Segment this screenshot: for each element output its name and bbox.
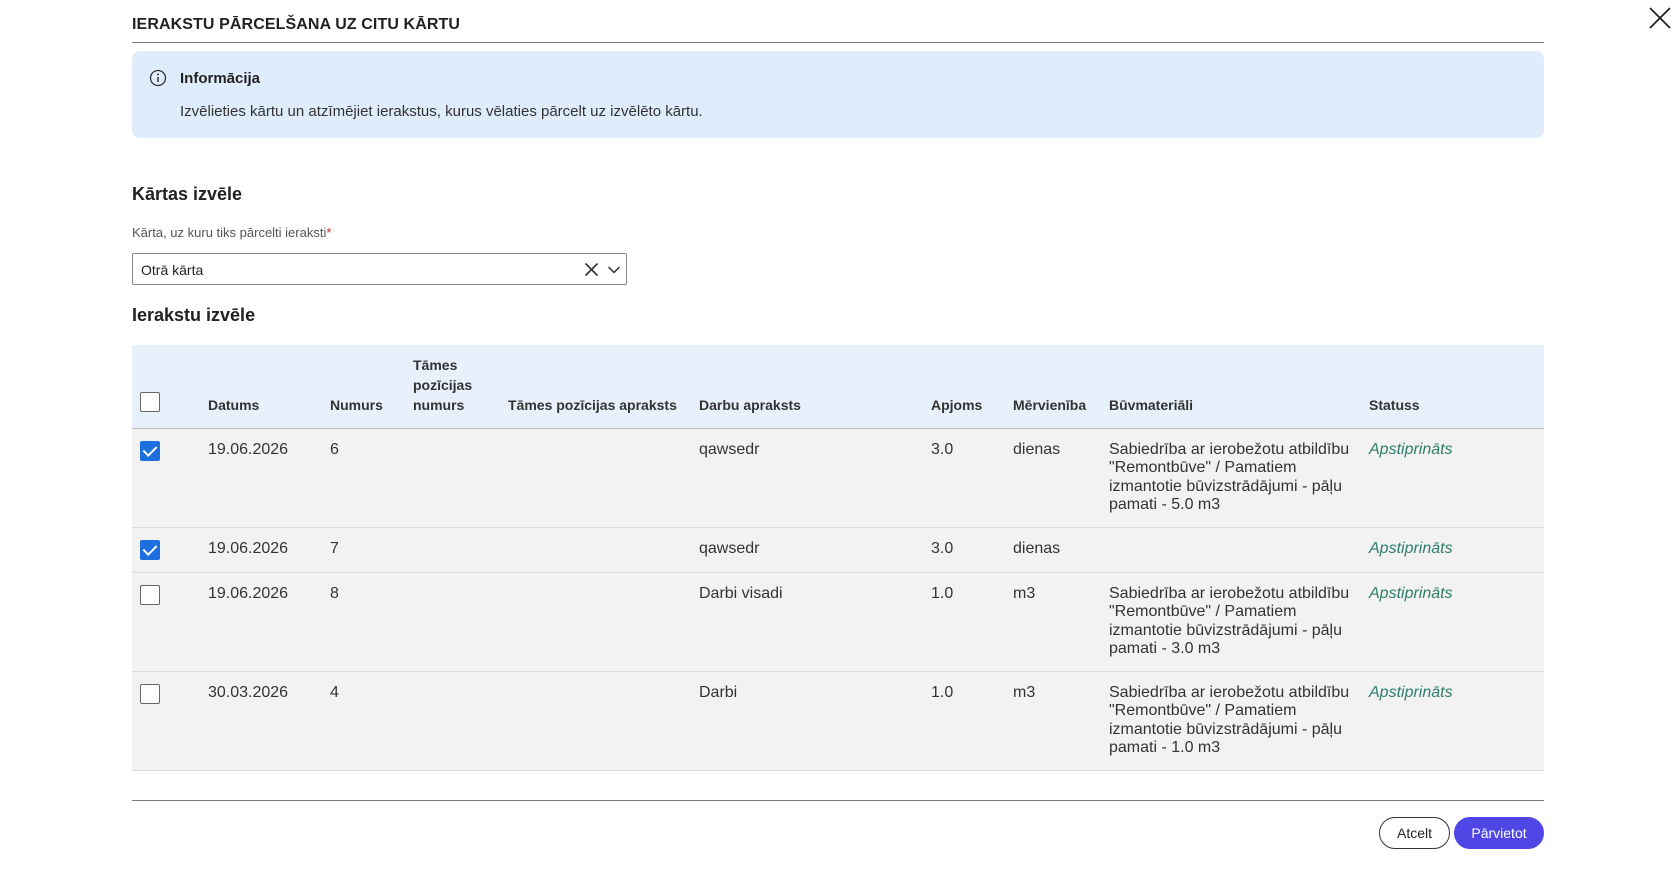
cell-unit: m3 [1013, 584, 1036, 602]
cell-position-description [500, 428, 691, 527]
cell-materials [1101, 527, 1361, 572]
info-icon [149, 69, 167, 87]
cell-date: 19.06.2026 [208, 584, 289, 602]
column-header-position-description[interactable]: Tāmes pozīcijas apraksts [500, 345, 691, 428]
cell-materials: Sabiedrība ar ierobežotu atbildību "Remo… [1109, 440, 1350, 514]
cell-status: Apstiprināts [1369, 539, 1453, 557]
info-text: Izvēlieties kārtu un atzīmējiet ierakstu… [180, 103, 703, 120]
footer-divider [132, 800, 1544, 801]
cell-number: 8 [330, 584, 339, 602]
cell-status: Apstiprināts [1369, 683, 1453, 701]
row-checkbox[interactable] [140, 539, 160, 560]
cell-position-number [405, 671, 500, 770]
cell-number: 4 [330, 683, 339, 701]
cell-position-number [405, 572, 500, 671]
close-dialog-button[interactable] [1648, 6, 1672, 30]
cell-volume: 3.0 [931, 539, 954, 557]
column-header-materials[interactable]: Būvmateriāli [1101, 345, 1361, 428]
transfer-dialog: IERAKSTU PĀRCELŠANA UZ CITU KĀRTU Inform… [132, 0, 1544, 849]
column-header-position-number[interactable]: Tāmes pozīcijas numurs [405, 345, 500, 428]
cell-unit: dienas [1013, 440, 1061, 458]
info-box: Informācija Izvēlieties kārtu un atzīmēj… [132, 51, 1544, 138]
cell-volume: 3.0 [931, 440, 954, 458]
row-checkbox[interactable] [140, 584, 160, 605]
column-header-volume[interactable]: Apjoms [923, 345, 1005, 428]
cell-work-description: Darbi [699, 683, 738, 701]
cell-date: 19.06.2026 [208, 440, 289, 458]
cell-position-number [405, 527, 500, 572]
row-checkbox[interactable] [140, 683, 160, 704]
column-header-unit[interactable]: Mērvienība [1005, 345, 1101, 428]
cell-materials: Sabiedrība ar ierobežotu atbildību "Remo… [1109, 584, 1350, 658]
layer-field-label: Kārta, uz kuru tiks pārcelti ieraksti* [132, 225, 331, 240]
cell-volume: 1.0 [931, 683, 954, 701]
table-row[interactable]: 19.06.2026 7 qawsedr 3.0 dienas Apstipri… [132, 527, 1544, 572]
table-row[interactable]: 30.03.2026 4 Darbi 1.0 m3 Sabiedrība ar … [132, 671, 1544, 770]
move-button[interactable]: Pārvietot [1454, 817, 1544, 849]
column-header-status[interactable]: Statuss [1361, 345, 1544, 428]
layer-section-title: Kārtas izvēle [132, 184, 243, 204]
cell-materials: Sabiedrība ar ierobežotu atbildību "Remo… [1109, 683, 1350, 757]
cell-work-description: qawsedr [699, 539, 760, 557]
table-row[interactable]: 19.06.2026 8 Darbi visadi 1.0 m3 Sabiedr… [132, 572, 1544, 671]
table-header-row: Datums Numurs Tāmes pozīcijas numurs Tām… [132, 345, 1544, 428]
cell-position-description [500, 527, 691, 572]
close-icon [1649, 7, 1671, 29]
chevron-down-icon[interactable] [607, 264, 621, 276]
cell-number: 6 [330, 440, 339, 458]
column-header-work-description[interactable]: Darbu apraksts [691, 345, 923, 428]
cell-work-description: qawsedr [699, 440, 760, 458]
cell-work-description: Darbi visadi [699, 584, 783, 602]
cell-status: Apstiprināts [1369, 440, 1453, 458]
records-table: Datums Numurs Tāmes pozīcijas numurs Tām… [132, 345, 1544, 771]
layer-select-value: Otrā kārta [141, 262, 204, 278]
info-title: Informācija [180, 70, 261, 87]
cell-position-description [500, 671, 691, 770]
cancel-button[interactable]: Atcelt [1379, 817, 1450, 849]
layer-field-label-text: Kārta, uz kuru tiks pārcelti ieraksti [132, 225, 327, 240]
cell-date: 19.06.2026 [208, 539, 289, 557]
cell-position-description [500, 572, 691, 671]
dialog-title: IERAKSTU PĀRCELŠANA UZ CITU KĀRTU [132, 0, 1544, 43]
records-section-title: Ierakstu izvēle [132, 305, 256, 325]
cell-position-number [405, 428, 500, 527]
cell-unit: dienas [1013, 539, 1061, 557]
column-header-date[interactable]: Datums [200, 345, 322, 428]
cell-number: 7 [330, 539, 339, 557]
row-checkbox[interactable] [140, 440, 160, 461]
table-row[interactable]: 19.06.2026 6 qawsedr 3.0 dienas Sabiedrī… [132, 428, 1544, 527]
select-all-checkbox[interactable] [140, 391, 160, 412]
column-header-number[interactable]: Numurs [322, 345, 405, 428]
cell-volume: 1.0 [931, 584, 954, 602]
clear-icon[interactable] [584, 262, 599, 277]
cell-date: 30.03.2026 [208, 683, 289, 701]
cell-status: Apstiprināts [1369, 584, 1453, 602]
required-mark: * [326, 225, 332, 240]
cell-unit: m3 [1013, 683, 1036, 701]
layer-select[interactable]: Otrā kārta [132, 253, 627, 285]
